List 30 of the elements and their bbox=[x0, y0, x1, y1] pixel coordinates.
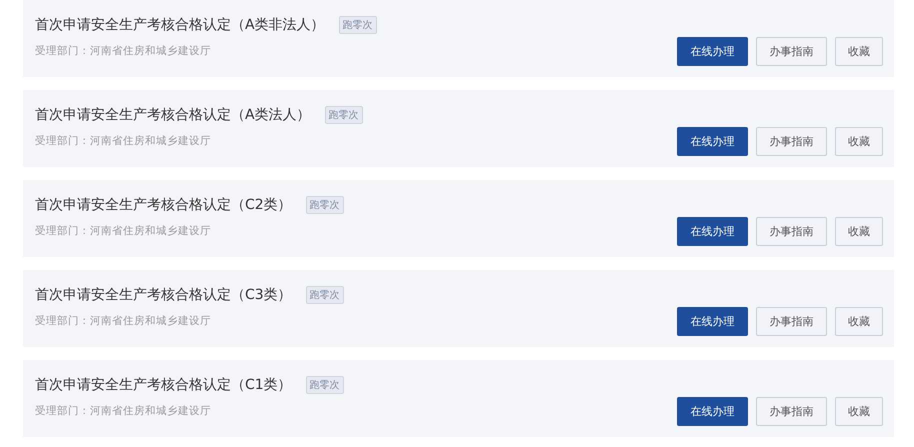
handle-online-button[interactable]: 在线办理 bbox=[677, 127, 748, 156]
tag: 跑零次 bbox=[324, 106, 363, 124]
action-button[interactable]: 办事指南 bbox=[756, 217, 827, 246]
handle-online-button[interactable]: 在线办理 bbox=[677, 397, 748, 426]
item-title[interactable]: 首次申请安全生产考核合格认定（C2类） bbox=[35, 196, 292, 214]
tag: 跑零次 bbox=[306, 286, 344, 304]
department-text: 受理部门：河南省住房和城乡建设厅 bbox=[35, 404, 212, 418]
item-title[interactable]: 首次申请安全生产考核合格认定（C1类） bbox=[35, 376, 292, 394]
department-text: 受理部门：河南省住房和城乡建设厅 bbox=[35, 44, 212, 58]
handle-online-button[interactable]: 在线办理 bbox=[677, 307, 748, 336]
tag: 跑零次 bbox=[306, 376, 344, 394]
action-button[interactable]: 办事指南 bbox=[756, 37, 827, 66]
department-text: 受理部门：河南省住房和城乡建设厅 bbox=[35, 134, 212, 148]
tag: 跑零次 bbox=[306, 196, 344, 214]
action-button[interactable]: 收藏 bbox=[835, 397, 883, 426]
item-title[interactable]: 首次申请安全生产考核合格认定（A类法人） bbox=[35, 106, 311, 124]
action-button[interactable]: 收藏 bbox=[835, 37, 883, 66]
action-button[interactable]: 办事指南 bbox=[756, 127, 827, 156]
department-text: 受理部门：河南省住房和城乡建设厅 bbox=[35, 314, 212, 328]
action-button[interactable]: 办事指南 bbox=[756, 307, 827, 336]
action-button[interactable]: 收藏 bbox=[835, 217, 883, 246]
department-text: 受理部门：河南省住房和城乡建设厅 bbox=[35, 224, 212, 238]
action-button[interactable]: 收藏 bbox=[835, 307, 883, 336]
item-title[interactable]: 首次申请安全生产考核合格认定（C3类） bbox=[35, 286, 292, 304]
handle-online-button[interactable]: 在线办理 bbox=[677, 37, 748, 66]
item-title[interactable]: 首次申请安全生产考核合格认定（A类非法人） bbox=[35, 16, 325, 34]
tag: 跑零次 bbox=[338, 16, 377, 34]
action-button[interactable]: 办事指南 bbox=[756, 397, 827, 426]
action-button[interactable]: 收藏 bbox=[835, 127, 883, 156]
handle-online-button[interactable]: 在线办理 bbox=[677, 217, 748, 246]
